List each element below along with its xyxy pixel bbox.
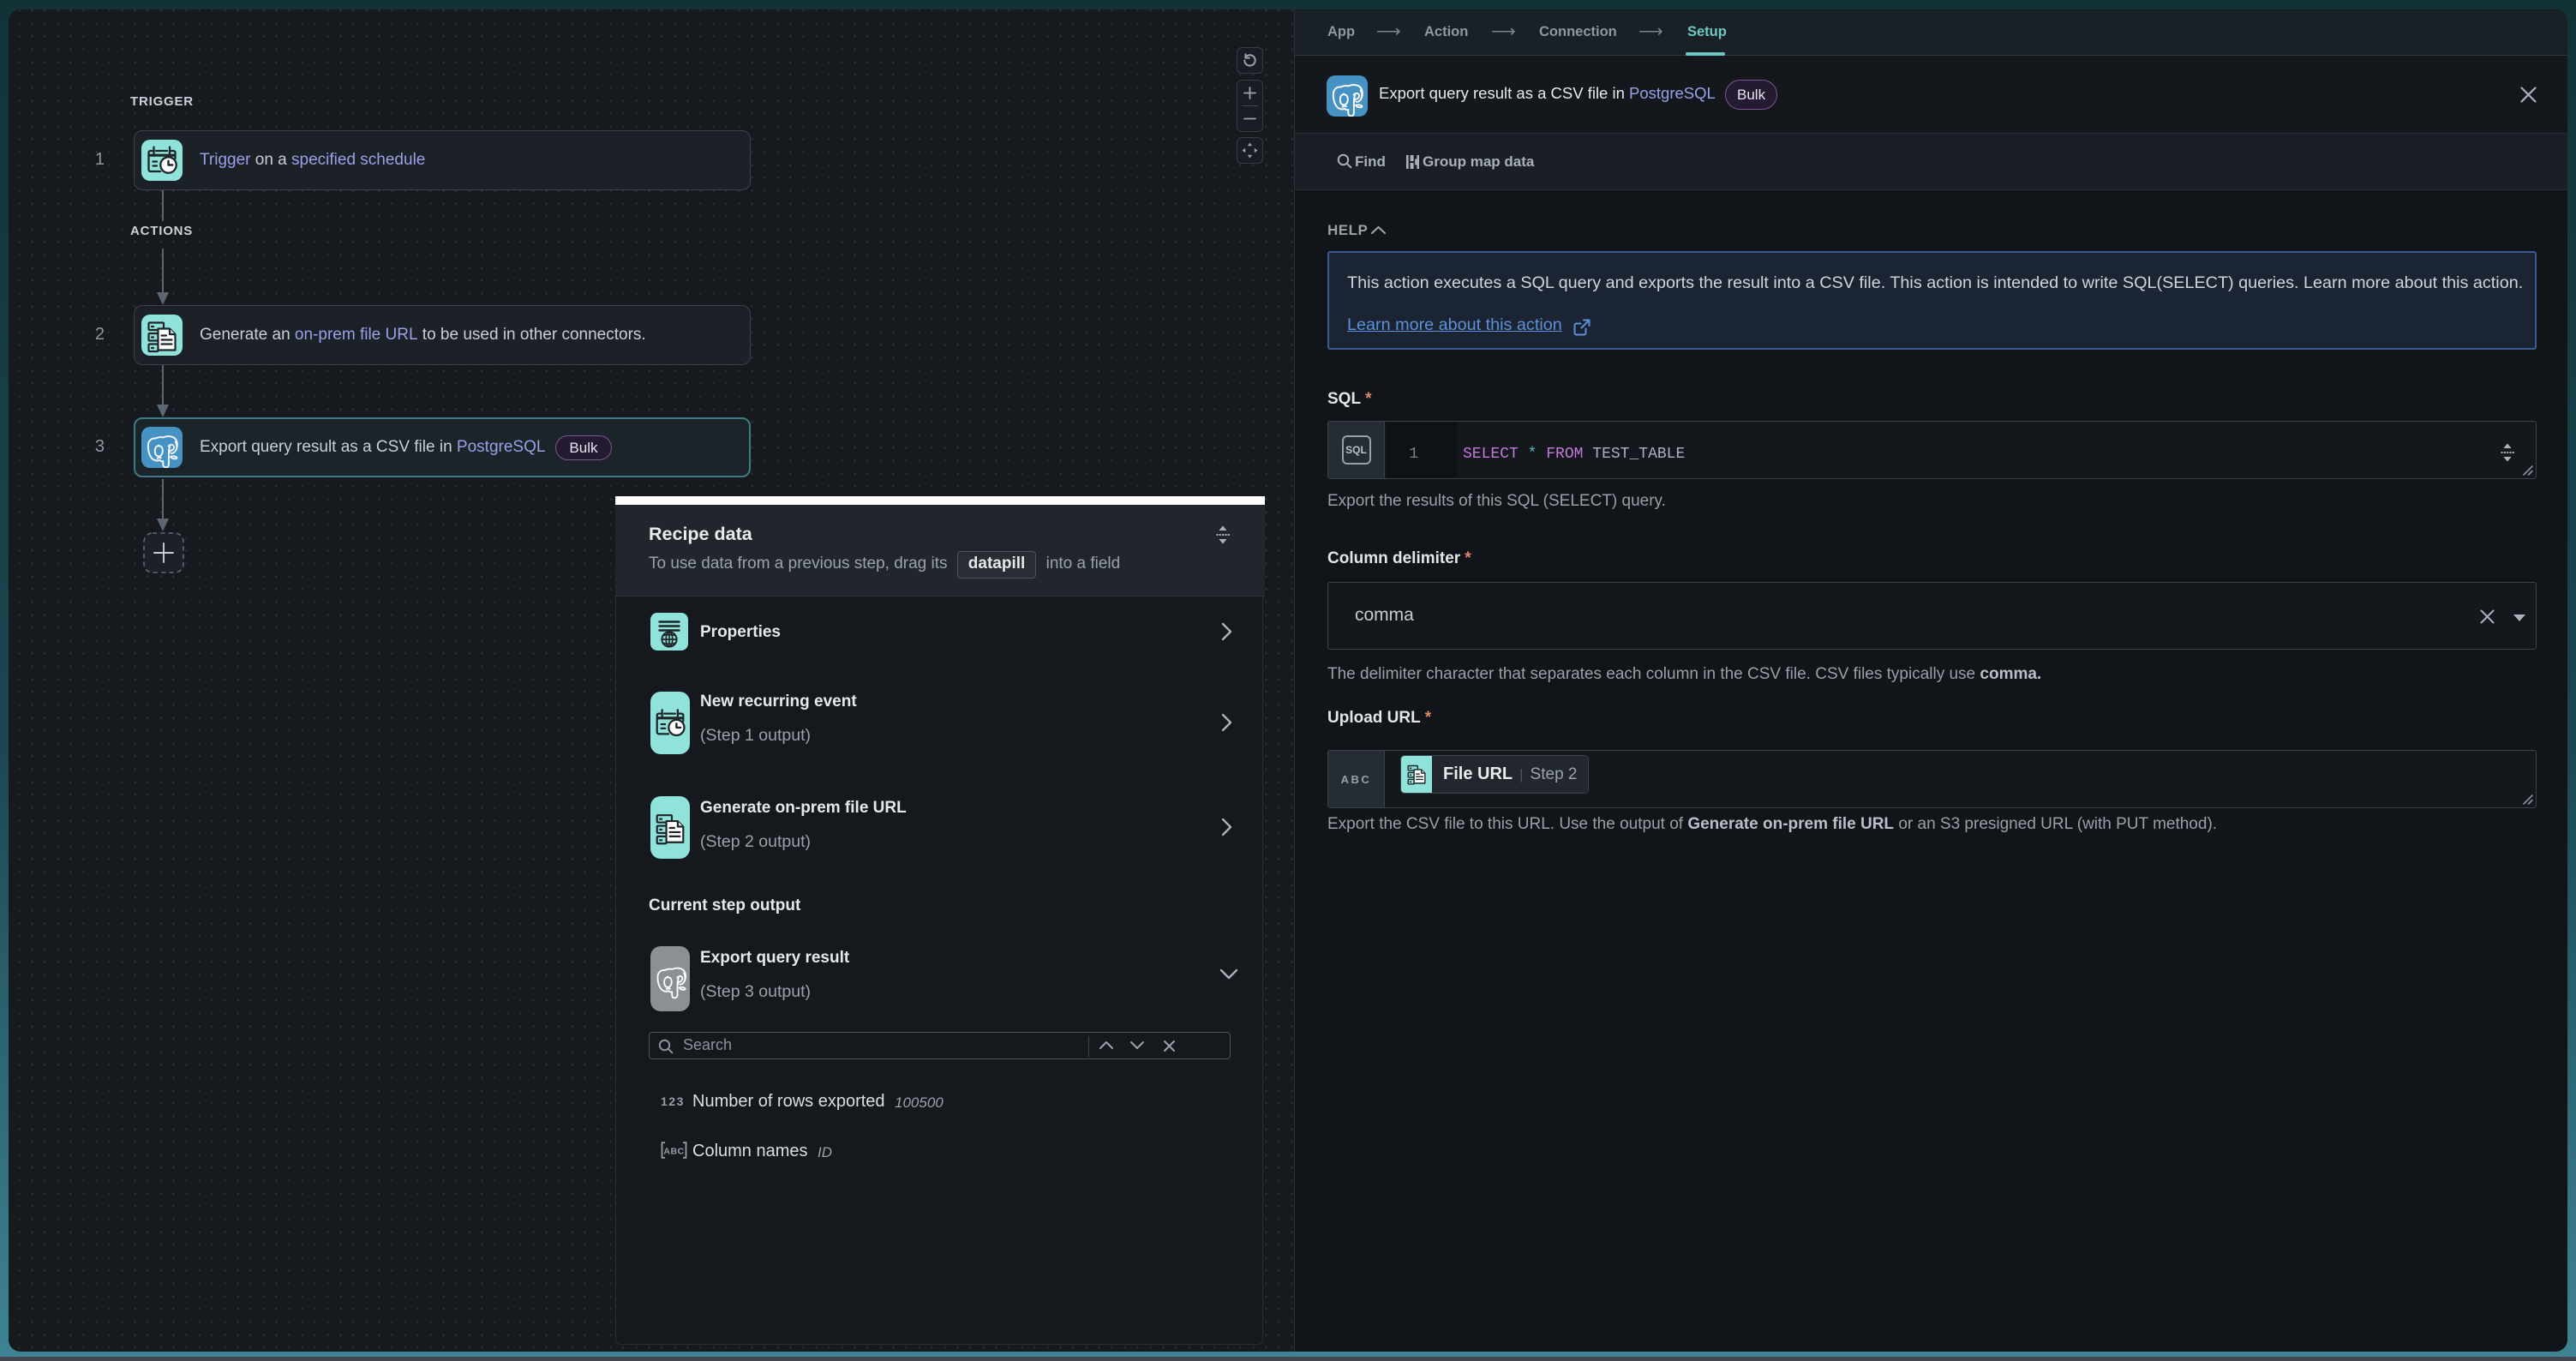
- svg-text:ABC: ABC: [663, 1146, 684, 1156]
